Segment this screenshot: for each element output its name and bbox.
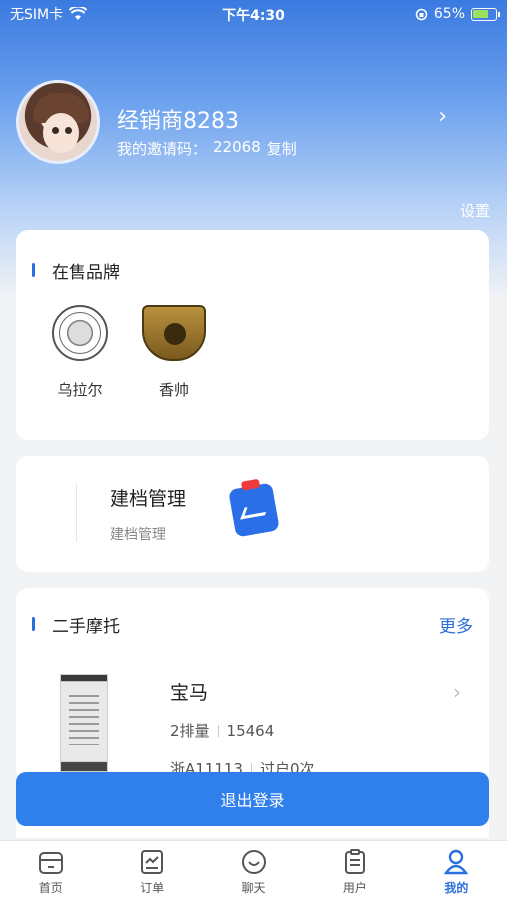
archive-management-card[interactable]: 建档管理 建档管理 [16, 456, 489, 572]
home-icon [38, 852, 63, 874]
copy-button[interactable]: 复制 [267, 138, 297, 159]
brand-name: 乌拉尔 [57, 381, 103, 399]
tab-profile[interactable]: 我的 [406, 841, 507, 900]
listing-displacement: 2排量 [170, 722, 210, 740]
tab-users[interactable]: 用户 [304, 841, 405, 900]
user-list-icon [344, 849, 365, 874]
settings-link[interactable]: 设置 [460, 200, 490, 221]
brands-card: 在售品牌 乌拉尔 香帅 [16, 230, 489, 440]
battery-icon [471, 7, 500, 21]
listing-mileage: 15464 [226, 721, 275, 740]
tab-label: 订单 [140, 881, 165, 895]
archive-title: 建档管理 [110, 488, 187, 510]
xiangshuai-logo-icon [142, 305, 206, 361]
divider [217, 724, 219, 737]
order-icon [141, 850, 164, 874]
listing-thumbnail[interactable] [60, 674, 108, 772]
clipboard-chart-icon [228, 482, 280, 538]
more-link[interactable]: 更多 [439, 612, 473, 637]
brand-item-xiangshuai[interactable]: 香帅 [134, 305, 214, 400]
listing-model: 宝马 [170, 682, 209, 704]
status-bar: 无SIM卡 下午4:30 65% [0, 0, 507, 28]
section-title-used: 二手摩托 [16, 612, 120, 637]
tab-label: 聊天 [241, 881, 266, 895]
chevron-right-icon[interactable]: › [438, 104, 447, 129]
logout-button[interactable]: 退出登录 [16, 772, 489, 826]
chevron-right-icon[interactable]: › [453, 680, 461, 704]
status-time: 下午4:30 [222, 8, 285, 24]
tab-label: 我的 [444, 881, 469, 895]
invite-code: 22068 [213, 138, 261, 156]
archive-subtitle: 建档管理 [110, 527, 166, 543]
bottom-tab-bar: 首页 订单 聊天 用户 我的 [0, 840, 507, 900]
tab-orders[interactable]: 订单 [101, 841, 202, 900]
section-title-brands: 在售品牌 [16, 258, 120, 283]
brand-item-ural[interactable]: 乌拉尔 [40, 305, 120, 400]
invite-code-row: 我的邀请码： 22068 复制 [117, 138, 297, 159]
tab-home[interactable]: 首页 [0, 841, 101, 900]
invite-label: 我的邀请码： [117, 140, 208, 158]
listing-specs: 2排量 15464 [170, 720, 274, 741]
avatar[interactable] [16, 80, 100, 164]
tab-label: 用户 [342, 881, 367, 895]
chat-icon [241, 850, 266, 874]
tab-chat[interactable]: 聊天 [203, 841, 304, 900]
ural-logo-icon [52, 305, 108, 361]
dealer-name: 经销商8283 [117, 109, 239, 134]
brand-name: 香帅 [158, 381, 189, 399]
profile-icon [443, 849, 469, 875]
tab-label: 首页 [38, 881, 63, 895]
divider [76, 484, 77, 542]
